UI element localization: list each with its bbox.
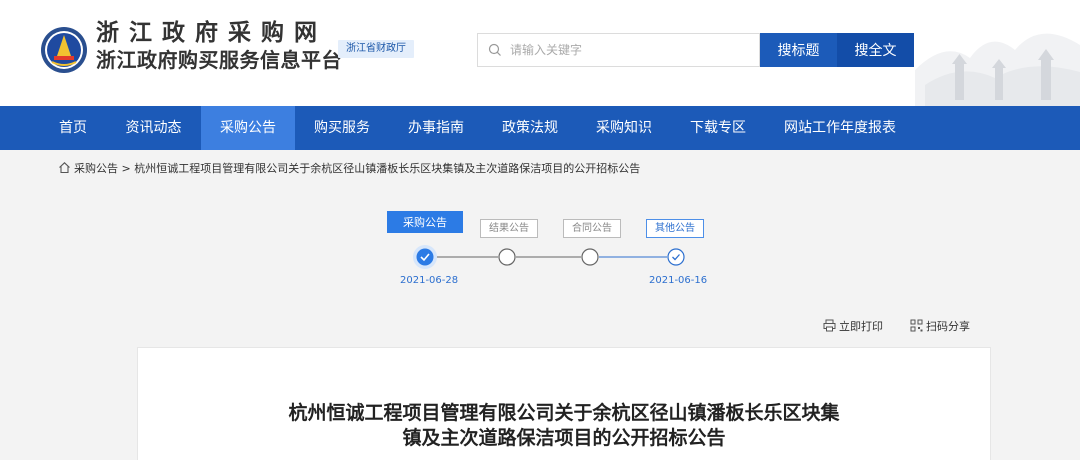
search-fulltext-button[interactable]: 搜全文 xyxy=(837,33,914,67)
site-title[interactable]: 浙江政府采购网 xyxy=(96,20,327,46)
main-nav: 首页 资讯动态 采购公告 购买服务 办事指南 政策法规 采购知识 下载专区 网站… xyxy=(0,106,1080,150)
site-subtitle[interactable]: 浙江政府购买服务信息平台 xyxy=(96,48,342,72)
search-box xyxy=(477,33,760,67)
dept-badge: 浙江省财政厅 xyxy=(338,40,414,58)
nav-item-purchase-service[interactable]: 购买服务 xyxy=(295,106,389,150)
breadcrumb-separator: > xyxy=(121,162,131,175)
nav-item-procurement-notice[interactable]: 采购公告 xyxy=(201,106,295,150)
step-label-procurement-notice[interactable]: 采购公告 xyxy=(387,211,463,233)
breadcrumb-section[interactable]: 采购公告 xyxy=(74,162,118,175)
step-progress-track xyxy=(413,245,685,269)
article-title-line2: 镇及主次道路保洁项目的公开招标公告 xyxy=(402,427,726,449)
search-input[interactable] xyxy=(510,34,755,66)
step-label-result-notice[interactable]: 结果公告 xyxy=(480,219,538,238)
step-date-procurement: 2021-06-28 xyxy=(400,275,459,286)
nav-item-knowledge[interactable]: 采购知识 xyxy=(577,106,671,150)
nav-item-annual-report[interactable]: 网站工作年度报表 xyxy=(765,106,915,150)
nav-item-policy[interactable]: 政策法规 xyxy=(483,106,577,150)
breadcrumb-current: 杭州恒诚工程项目管理有限公司关于余杭区径山镇潘板长乐区块集镇及主次道路保洁项目的… xyxy=(134,162,641,175)
article-card: 杭州恒诚工程项目管理有限公司关于余杭区径山镇潘板长乐区块集 镇及主次道路保洁项目… xyxy=(137,347,991,460)
site-header: 浙江政府采购网 浙江政府购买服务信息平台 浙江省财政厅 搜标题 搜全文 xyxy=(0,0,1080,106)
search-title-button[interactable]: 搜标题 xyxy=(760,33,837,67)
share-label: 扫码分享 xyxy=(926,320,970,333)
home-icon[interactable] xyxy=(58,161,71,174)
qr-share-button[interactable]: 扫码分享 xyxy=(910,319,970,335)
search-icon xyxy=(488,43,501,56)
article-title: 杭州恒诚工程项目管理有限公司关于余杭区径山镇潘板长乐区块集 镇及主次道路保洁项目… xyxy=(138,401,990,451)
step-date-other: 2021-06-16 xyxy=(649,275,708,286)
print-button[interactable]: 立即打印 xyxy=(823,319,883,335)
printer-icon xyxy=(823,319,836,332)
site-emblem-icon[interactable] xyxy=(40,26,88,74)
step-label-contract-notice[interactable]: 合同公告 xyxy=(563,219,621,238)
print-label: 立即打印 xyxy=(839,320,883,333)
nav-item-guide[interactable]: 办事指南 xyxy=(389,106,483,150)
nav-item-home[interactable]: 首页 xyxy=(40,106,106,150)
nav-item-news[interactable]: 资讯动态 xyxy=(106,106,201,150)
step-pending-circle-icon xyxy=(498,248,516,266)
step-completed-check-icon xyxy=(667,248,685,266)
step-current-check-icon xyxy=(413,245,437,269)
step-pending-circle-icon xyxy=(581,248,599,266)
scenery-decoration-icon xyxy=(915,33,1080,106)
step-label-other-notice[interactable]: 其他公告 xyxy=(646,219,704,238)
article-title-line1: 杭州恒诚工程项目管理有限公司关于余杭区径山镇潘板长乐区块集 xyxy=(288,402,840,424)
breadcrumb: 采购公告 > 杭州恒诚工程项目管理有限公司关于余杭区径山镇潘板长乐区块集镇及主次… xyxy=(58,161,640,177)
qr-code-icon xyxy=(910,319,923,332)
nav-item-download[interactable]: 下载专区 xyxy=(671,106,765,150)
